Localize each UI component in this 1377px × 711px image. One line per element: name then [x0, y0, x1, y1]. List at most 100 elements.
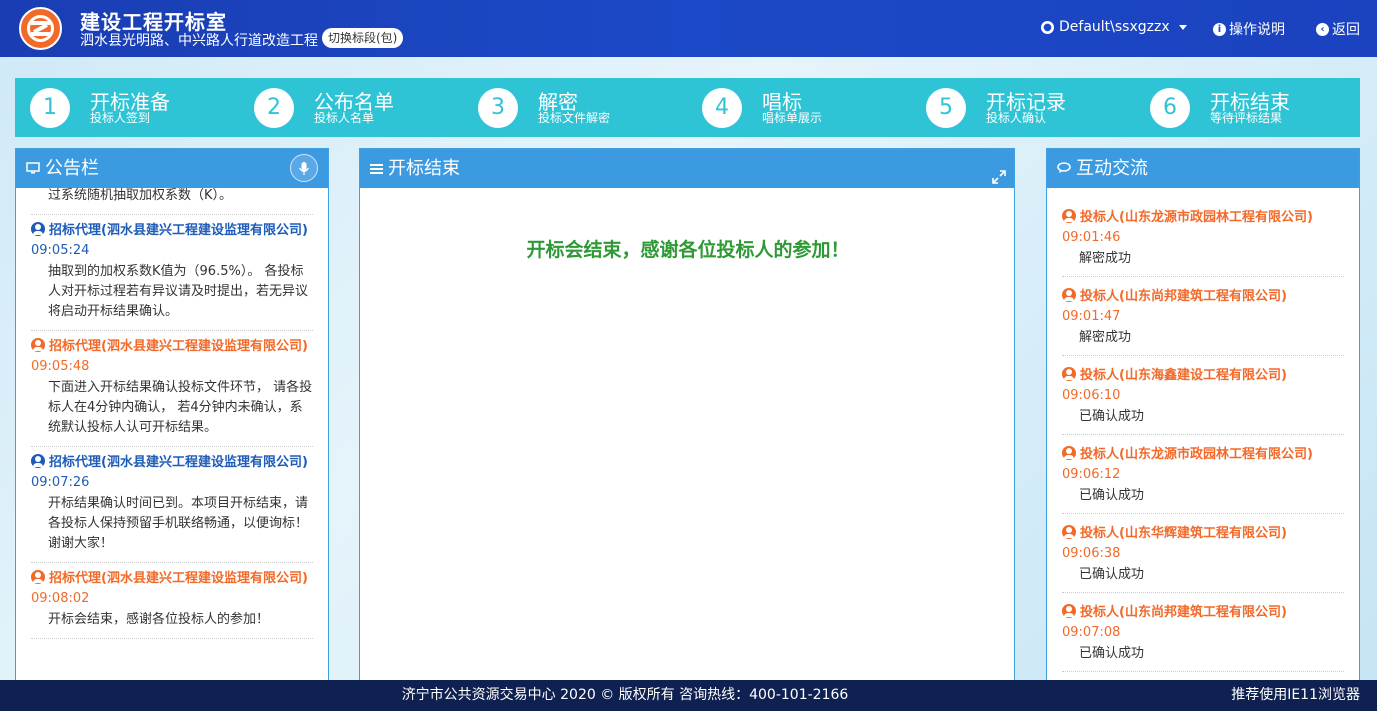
- message-time: 09:06:10: [1062, 388, 1121, 403]
- list-item: 招标代理(泗水县建兴工程建设监理有限公司) 09:08:02 开标会结束，感谢各…: [31, 563, 313, 639]
- message-header: 招标代理(泗水县建兴工程建设监理有限公司) 09:05:24: [31, 221, 313, 261]
- message-text: 开标会结束，感谢各位投标人的参加！: [48, 612, 270, 627]
- step-subtitle: 等待评标结果: [1210, 111, 1283, 125]
- switch-section-button[interactable]: 切换标段(包): [322, 28, 404, 48]
- user-icon: [31, 570, 45, 584]
- message-time: 09:07:08: [1062, 625, 1121, 640]
- message-time: 09:08:02: [31, 591, 90, 606]
- step-1[interactable]: 1 开标准备 投标人签到: [15, 78, 239, 137]
- main-panel: 开标结束 开标会结束，感谢各位投标人的参加！: [359, 148, 1015, 683]
- notice-header: 公告栏: [16, 149, 328, 188]
- sender-name: 投标人(山东龙源市政园林工程有限公司): [1080, 210, 1313, 225]
- message-text: 开标结果确认时间已到。本项目开标结束，请各投标人保持预留手机联络畅通，以便询标！…: [48, 496, 309, 551]
- sender-name: 招标代理(泗水县建兴工程建设监理有限公司): [49, 223, 308, 238]
- expand-button[interactable]: [992, 159, 1006, 198]
- logo-icon: [19, 7, 62, 50]
- step-subtitle: 投标人签到: [90, 111, 151, 125]
- step-number: 4: [702, 88, 742, 128]
- step-number: 1: [30, 88, 70, 128]
- message-header: 招标代理(泗水县建兴工程建设监理有限公司) 09:08:02: [31, 569, 313, 609]
- user-menu[interactable]: ● Default\ssxgzzx: [1041, 19, 1187, 35]
- list-item: 投标人(山东尚邦建筑工程有限公司) 09:07:08 已确认成功: [1062, 601, 1344, 672]
- sender-name: 招标代理(泗水县建兴工程建设监理有限公司): [49, 571, 308, 586]
- message-header: 招标代理(泗水县建兴工程建设监理有限公司) 09:05:48: [31, 337, 313, 377]
- chat-header: 互动交流: [1047, 149, 1359, 188]
- sender-name: 招标代理(泗水县建兴工程建设监理有限公司): [49, 455, 308, 470]
- message-time: 09:06:12: [1062, 467, 1121, 482]
- step-subtitle: 投标人名单: [314, 111, 375, 125]
- back-link[interactable]: ‹ 返回: [1316, 19, 1360, 39]
- main-title: 开标结束: [388, 158, 460, 179]
- info-icon: i: [1213, 22, 1226, 36]
- step-number: 2: [254, 88, 294, 128]
- message-text: 解密成功: [1079, 330, 1132, 345]
- notice-feed[interactable]: 过系统随机抽取加权系数（K）。 招标代理(泗水县建兴工程建设监理有限公司) 09…: [16, 188, 328, 682]
- sender-name: 投标人(山东尚邦建筑工程有限公司): [1080, 605, 1287, 620]
- message-text: 解密成功: [1079, 251, 1132, 266]
- list-item: 投标人(山东尚邦建筑工程有限公司) 09:01:47 解密成功: [1062, 285, 1344, 356]
- user-icon: [31, 454, 45, 468]
- message-text: 抽取到的加权系数K值为（96.5%）。 各投标人对开标过程若有异议请及时提出，若…: [48, 264, 309, 319]
- main-header: 开标结束: [360, 149, 1014, 188]
- microphone-button[interactable]: [290, 154, 318, 182]
- message-header: 投标人(山东龙源市政园林工程有限公司) 09:01:46: [1062, 208, 1344, 248]
- message-header: 招标代理(泗水县建兴工程建设监理有限公司) 09:07:26: [31, 453, 313, 493]
- chat-panel: 互动交流 投标人(山东龙源市政园林工程有限公司) 09:01:46 解密成功 投…: [1046, 148, 1360, 683]
- message-header: 投标人(山东尚邦建筑工程有限公司) 09:01:47: [1062, 287, 1344, 327]
- project-name: 泗水县光明路、中兴路人行道改造工程: [80, 33, 318, 49]
- message-text: 已确认成功: [1079, 567, 1145, 582]
- message-text: 已确认成功: [1079, 646, 1145, 661]
- message-time: 09:05:24: [31, 243, 90, 258]
- sender-name: 投标人(山东华辉建筑工程有限公司): [1080, 526, 1287, 541]
- user-icon: [1062, 288, 1076, 302]
- sender-name: 招标代理(泗水县建兴工程建设监理有限公司): [49, 339, 308, 354]
- step-number: 5: [926, 88, 966, 128]
- message-header: 投标人(山东华辉建筑工程有限公司) 09:06:38: [1062, 524, 1344, 564]
- monitor-icon: [26, 149, 40, 188]
- step-4[interactable]: 4 唱标 唱标单展示: [687, 78, 911, 137]
- list-item: 投标人(山东海鑫建设工程有限公司) 09:06:10 已确认成功: [1062, 364, 1344, 435]
- progress-steps: 1 开标准备 投标人签到 2 公布名单 投标人名单 3 解密 投标文件解密 4 …: [15, 78, 1360, 137]
- message-text: 已确认成功: [1079, 409, 1145, 424]
- user-icon: [31, 222, 45, 236]
- message-time: 09:05:48: [31, 359, 90, 374]
- step-number: 6: [1150, 88, 1190, 128]
- chevron-down-icon: [1178, 24, 1187, 30]
- back-label: 返回: [1332, 22, 1360, 38]
- message-time: 09:06:38: [1062, 546, 1121, 561]
- message-text: 已确认成功: [1079, 488, 1145, 503]
- list-item: 招标代理(泗水县建兴工程建设监理有限公司) 09:05:48 下面进入开标结果确…: [31, 331, 313, 447]
- step-subtitle: 投标文件解密: [538, 111, 611, 125]
- browser-tip: 推荐使用IE11浏览器: [1231, 687, 1360, 703]
- list-item: 过系统随机抽取加权系数（K）。: [31, 188, 313, 215]
- notice-title: 公告栏: [45, 158, 99, 179]
- list-item: 招标代理(泗水县建兴工程建设监理有限公司) 09:05:24 抽取到的加权系数K…: [31, 215, 313, 331]
- list-item: 投标人(山东龙源市政园林工程有限公司) 09:01:46 解密成功: [1062, 206, 1344, 277]
- sender-name: 投标人(山东海鑫建设工程有限公司): [1080, 368, 1287, 383]
- message-time: 09:07:26: [31, 475, 90, 490]
- user-icon: [1062, 446, 1076, 460]
- back-icon: ‹: [1316, 22, 1329, 36]
- user-icon: [1062, 209, 1076, 223]
- user-icon: [31, 338, 45, 352]
- chat-title: 互动交流: [1076, 158, 1148, 179]
- message-header: 投标人(山东海鑫建设工程有限公司) 09:06:10: [1062, 366, 1344, 406]
- sender-name: 投标人(山东尚邦建筑工程有限公司): [1080, 289, 1287, 304]
- step-5[interactable]: 5 开标记录 投标人确认: [911, 78, 1135, 137]
- user-name: Default\ssxgzzx: [1059, 19, 1170, 35]
- step-2[interactable]: 2 公布名单 投标人名单: [239, 78, 463, 137]
- list-item: 投标人(山东龙源市政园林工程有限公司) 09:06:12 已确认成功: [1062, 443, 1344, 514]
- step-3[interactable]: 3 解密 投标文件解密: [463, 78, 687, 137]
- sender-name: 投标人(山东龙源市政园林工程有限公司): [1080, 447, 1313, 462]
- help-link[interactable]: i 操作说明: [1213, 19, 1285, 39]
- step-6[interactable]: 6 开标结束 等待评标结果: [1135, 78, 1359, 137]
- step-subtitle: 唱标单展示: [762, 111, 823, 125]
- step-number: 3: [478, 88, 518, 128]
- list-item: 招标代理(泗水县建兴工程建设监理有限公司) 09:07:26 开标结果确认时间已…: [31, 447, 313, 563]
- footer: 济宁市公共资源交易中心 2020 © 版权所有 咨询热线：400-101-216…: [0, 680, 1377, 711]
- user-icon: [1062, 367, 1076, 381]
- notice-panel: 公告栏 过系统随机抽取加权系数（K）。 招标代理(泗水县建兴工程建设监理有限公司…: [15, 148, 329, 683]
- chat-feed[interactable]: 投标人(山东龙源市政园林工程有限公司) 09:01:46 解密成功 投标人(山东…: [1047, 188, 1359, 682]
- list-item: 投标人(山东华辉建筑工程有限公司) 09:06:38 已确认成功: [1062, 522, 1344, 593]
- user-icon: [1062, 525, 1076, 539]
